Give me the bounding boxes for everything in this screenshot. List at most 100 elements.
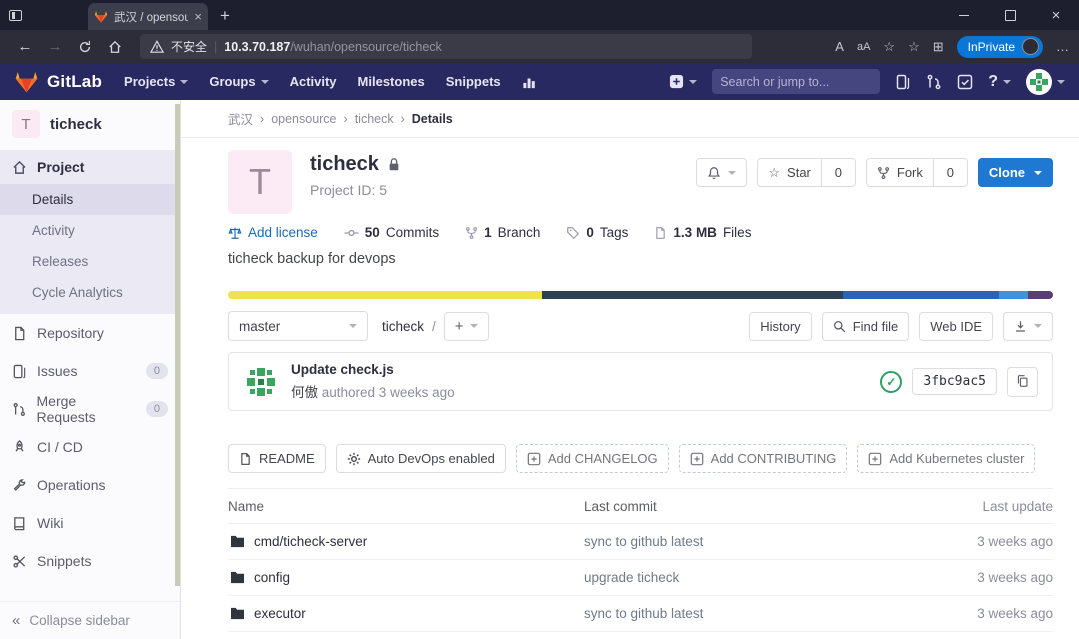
commit-title-link[interactable]: Update check.js: [291, 362, 455, 377]
search-input[interactable]: [720, 75, 881, 89]
maximize-button[interactable]: [987, 0, 1033, 30]
add-changelog-button[interactable]: Add CHANGELOG: [516, 444, 669, 473]
gitlab-brand[interactable]: GitLab: [14, 70, 102, 93]
copy-sha-button[interactable]: [1007, 367, 1038, 397]
breadcrumb-subgroup[interactable]: opensource: [271, 112, 336, 126]
new-file-dropdown[interactable]: +: [444, 312, 489, 341]
todos-icon[interactable]: [957, 74, 973, 90]
address-bar[interactable]: 不安全 | 10.3.70.187/wuhan/opensource/tiche…: [140, 34, 752, 59]
home-button[interactable]: [100, 38, 130, 55]
history-button[interactable]: History: [749, 312, 811, 341]
commits-stat[interactable]: 50Commits: [344, 225, 439, 240]
file-name[interactable]: cmd/ticheck-server: [254, 534, 367, 549]
sidebar-item-snippets[interactable]: Snippets: [0, 542, 180, 580]
sidebar-item-activity[interactable]: Activity: [0, 215, 180, 246]
more-menu-icon[interactable]: …: [1056, 39, 1069, 54]
sidebar-item-merge-requests[interactable]: Merge Requests 0: [0, 390, 180, 428]
nav-snippets[interactable]: Snippets: [446, 74, 501, 89]
nav-groups[interactable]: Groups: [209, 74, 268, 89]
language-segment: [228, 291, 542, 299]
file-last-commit[interactable]: upgrade ticheck: [584, 570, 923, 585]
download-button[interactable]: [1003, 312, 1053, 341]
pipeline-passed-icon[interactable]: ✓: [880, 371, 902, 393]
auto-devops-button[interactable]: Auto DevOps enabled: [336, 444, 506, 473]
add-license-link[interactable]: Add license: [228, 225, 318, 240]
tree-path[interactable]: ticheck: [382, 319, 424, 334]
file-name[interactable]: config: [254, 570, 290, 585]
table-row[interactable]: cmd/ticheck-server sync to github latest…: [228, 524, 1053, 560]
fork-button[interactable]: Fork: [866, 158, 934, 187]
refresh-button[interactable]: [70, 38, 100, 55]
file-name[interactable]: executor: [254, 606, 306, 621]
breadcrumb-group[interactable]: 武汉: [228, 109, 253, 128]
close-button[interactable]: ×: [1033, 0, 1079, 30]
table-row[interactable]: config upgrade ticheck 3 weeks ago: [228, 560, 1053, 596]
file-last-commit[interactable]: sync to github latest: [584, 606, 923, 621]
sidebar-item-project[interactable]: Project: [0, 150, 180, 184]
back-button[interactable]: ←: [10, 38, 40, 55]
table-row[interactable]: internal sync to github latest 3 weeks a…: [228, 632, 1053, 639]
fork-count[interactable]: 0: [934, 158, 968, 187]
collapse-sidebar-button[interactable]: « Collapse sidebar: [0, 601, 180, 639]
plus-square-icon: [868, 452, 882, 466]
commit-sha[interactable]: 3fbc9ac5: [912, 368, 997, 395]
tags-stat[interactable]: 0Tags: [566, 225, 628, 240]
read-aloud-icon[interactable]: A: [835, 39, 844, 54]
new-menu-button[interactable]: [669, 74, 697, 89]
minimize-button[interactable]: [941, 0, 987, 30]
web-ide-button[interactable]: Web IDE: [919, 312, 993, 341]
star-count[interactable]: 0: [822, 158, 856, 187]
table-row[interactable]: executor sync to github latest 3 weeks a…: [228, 596, 1053, 632]
issues-icon[interactable]: [895, 74, 911, 90]
clone-button[interactable]: Clone: [978, 158, 1053, 187]
add-contributing-button[interactable]: Add CONTRIBUTING: [679, 444, 848, 473]
star-button[interactable]: ☆Star: [757, 158, 822, 187]
inprivate-badge[interactable]: InPrivate: [957, 36, 1043, 58]
branch-selector[interactable]: master: [228, 311, 368, 341]
sidebar-scrollbar[interactable]: [175, 104, 180, 586]
tab-actions-button[interactable]: [0, 0, 30, 30]
issues-count-badge: 0: [146, 363, 168, 379]
sidebar-context-header[interactable]: T ticheck: [0, 100, 180, 150]
nav-milestones[interactable]: Milestones: [358, 74, 425, 89]
tab-close-icon[interactable]: ×: [194, 10, 202, 23]
sidebar-item-wiki[interactable]: Wiki: [0, 504, 180, 542]
new-tab-button[interactable]: +: [220, 6, 230, 26]
merge-request-icon[interactable]: [926, 74, 942, 90]
favorites-icon[interactable]: ☆: [908, 39, 920, 55]
breadcrumb-separator: ›: [260, 112, 264, 126]
search-box[interactable]: [712, 69, 880, 94]
commit-author[interactable]: 何傲: [291, 385, 318, 400]
branches-stat[interactable]: 1Branch: [465, 225, 540, 240]
profile-avatar: [1022, 38, 1039, 55]
file-table-header: Name Last commit Last update: [228, 488, 1053, 524]
sidebar-item-releases[interactable]: Releases: [0, 246, 180, 277]
sidebar-item-repository[interactable]: Repository: [0, 314, 180, 352]
sidebar-item-cycle-analytics[interactable]: Cycle Analytics: [0, 277, 180, 308]
nav-activity[interactable]: Activity: [290, 74, 337, 89]
file-table: Name Last commit Last update cmd/ticheck…: [228, 488, 1053, 639]
help-menu[interactable]: ?: [988, 73, 1011, 91]
sidebar-item-issues[interactable]: Issues 0: [0, 352, 180, 390]
file-last-commit[interactable]: sync to github latest: [584, 534, 923, 549]
collapse-label: Collapse sidebar: [29, 613, 130, 628]
project-title: ticheck: [310, 153, 379, 176]
notifications-button[interactable]: [696, 158, 747, 187]
user-menu[interactable]: [1026, 69, 1065, 95]
chart-icon[interactable]: [522, 75, 537, 89]
find-file-button[interactable]: Find file: [822, 312, 910, 341]
nav-projects[interactable]: Projects: [124, 74, 188, 89]
breadcrumb-project[interactable]: ticheck: [355, 112, 394, 126]
sidebar-item-details[interactable]: Details: [0, 184, 180, 215]
add-kubernetes-button[interactable]: Add Kubernetes cluster: [857, 444, 1035, 473]
browser-tab[interactable]: 武汉 / opensource / ticheck · Git ×: [88, 3, 208, 30]
add-favorite-icon[interactable]: ☆: [883, 39, 895, 55]
translate-icon[interactable]: aA: [857, 41, 870, 53]
collections-icon[interactable]: ⊞: [933, 39, 944, 55]
files-stat[interactable]: 1.3 MBFiles: [654, 225, 751, 240]
sidebar-item-operations[interactable]: Operations: [0, 466, 180, 504]
readme-button[interactable]: README: [228, 444, 326, 473]
path-separator: /: [432, 319, 436, 334]
language-bar[interactable]: [228, 291, 1053, 299]
sidebar-item-ci-cd[interactable]: CI / CD: [0, 428, 180, 466]
